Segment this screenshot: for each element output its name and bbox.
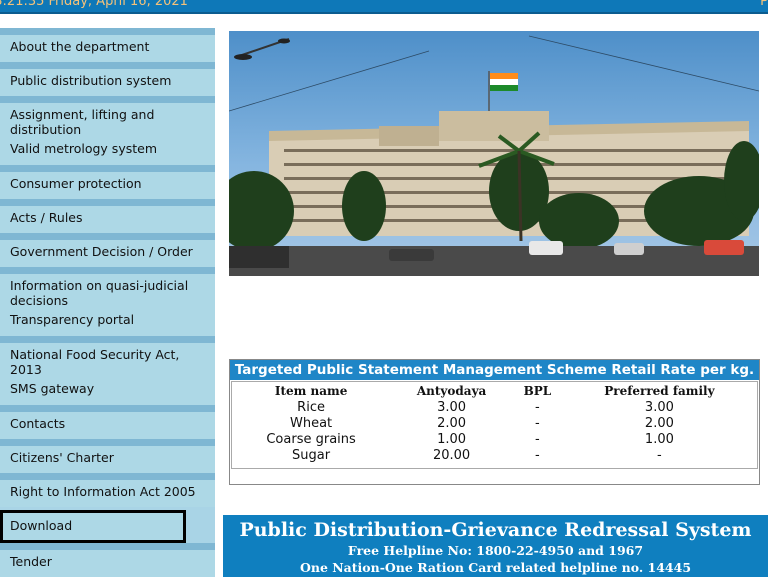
sidebar-item-food-security-act[interactable]: National Food Security Act, 2013: [0, 336, 215, 379]
sidebar-item-label: Tender: [10, 554, 52, 569]
sidebar-item-label: Acts / Rules: [10, 210, 83, 225]
sidebar-item-label: Valid metrology system: [10, 141, 157, 156]
retail-rate-table: Item name Antyodaya BPL Preferred family…: [232, 382, 757, 463]
preferred-family-cell: 3.00: [644, 399, 674, 415]
retail-rate-panel: Targeted Public Statement Management Sch…: [229, 359, 760, 485]
sidebar-item-assignment[interactable]: Assignment, lifting and distribution: [0, 96, 215, 139]
antyodaya-cell: 2.00: [437, 415, 467, 431]
bpl-cell: -: [535, 415, 540, 431]
sidebar-item-about[interactable]: About the department: [0, 28, 215, 62]
bpl-cell: -: [535, 447, 540, 463]
sidebar-item-government-decision[interactable]: Government Decision / Order: [0, 233, 215, 267]
preferred-family-cell: 2.00: [644, 415, 674, 431]
sidebar-item-label: Consumer protection: [10, 176, 142, 191]
retail-rate-table-frame: Item name Antyodaya BPL Preferred family…: [231, 381, 758, 469]
column-header-bpl: BPL: [523, 383, 552, 398]
sidebar-item-transparency[interactable]: Transparency portal: [0, 310, 215, 336]
sidebar-nav: About the department Public distribution…: [0, 28, 215, 577]
sidebar-item-label: Transparency portal: [10, 312, 135, 327]
table-row: Rice 3.00 - 3.00: [232, 399, 757, 415]
item-name-cell: Rice: [297, 399, 325, 415]
ration-card-helpline: One Nation-One Ration Card related helpl…: [299, 560, 692, 575]
sidebar-item-label: Citizens' Charter: [10, 450, 114, 465]
sidebar-item-rti-act[interactable]: Right to Information Act 2005: [0, 473, 215, 507]
table-row: Coarse grains 1.00 - 1.00: [232, 431, 757, 447]
sidebar-item-label: Assignment, lifting and distribution: [10, 107, 155, 137]
sidebar-item-acts-rules[interactable]: Acts / Rules: [0, 199, 215, 233]
sidebar-item-label: Right to Information Act 2005: [10, 484, 196, 499]
item-name-cell: Sugar: [292, 447, 331, 463]
sidebar-item-label: Government Decision / Order: [10, 244, 193, 259]
sidebar-item-consumer-protection[interactable]: Consumer protection: [0, 165, 215, 199]
sidebar-item-label: Contacts: [10, 416, 66, 431]
sidebar-item-metrology[interactable]: Valid metrology system: [0, 139, 215, 165]
antyodaya-cell: 20.00: [432, 447, 471, 463]
antyodaya-cell: 1.00: [437, 431, 467, 447]
datetime-display: 03:21:35 Friday, April 16, 2021: [0, 0, 188, 9]
antyodaya-cell: 3.00: [437, 399, 467, 415]
preferred-family-cell: -: [657, 447, 662, 463]
grievance-title: Public Distribution-Grievance Redressal …: [239, 519, 752, 541]
column-header-preferred-family: Preferred family: [604, 383, 715, 398]
retail-rate-title: Targeted Public Statement Management Sch…: [230, 360, 759, 380]
table-row: Wheat 2.00 - 2.00: [232, 415, 757, 431]
sidebar-item-label: National Food Security Act, 2013: [10, 347, 180, 377]
grievance-banner[interactable]: Public Distribution-Grievance Redressal …: [223, 515, 768, 577]
sidebar-item-label: About the department: [10, 39, 150, 54]
helpline-numbers: Free Helpline No: 1800-22-4950 and 1967: [347, 543, 644, 558]
column-header-item-name: Item name: [274, 383, 348, 398]
table-header-row: Item name Antyodaya BPL Preferred family: [232, 382, 757, 399]
item-name-cell: Wheat: [290, 415, 333, 431]
sidebar-item-quasi-judicial[interactable]: Information on quasi-judicial decisions: [0, 267, 215, 310]
bpl-cell: -: [535, 399, 540, 415]
sidebar-item-citizens-charter[interactable]: Citizens' Charter: [0, 439, 215, 473]
sidebar-item-label: SMS gateway: [10, 381, 95, 396]
building-photo: [229, 31, 759, 276]
sidebar-item-sms-gateway[interactable]: SMS gateway: [0, 379, 215, 405]
building-photo-illustration: [229, 31, 759, 276]
sidebar-item-label: Public distribution system: [10, 73, 172, 88]
column-header-antyodaya: Antyodaya: [416, 383, 487, 398]
sidebar-item-label: Information on quasi-judicial decisions: [10, 278, 189, 308]
top-bar-edge-text: P: [760, 0, 768, 9]
top-bar: 03:21:35 Friday, April 16, 2021 P: [0, 0, 768, 14]
sidebar-item-pds[interactable]: Public distribution system: [0, 62, 215, 96]
preferred-family-cell: 1.00: [644, 431, 674, 447]
sidebar-item-contacts[interactable]: Contacts: [0, 405, 215, 439]
sidebar-item-label: Download: [10, 518, 73, 533]
bpl-cell: -: [535, 431, 540, 447]
sidebar-item-tender[interactable]: Tender: [0, 543, 215, 577]
table-row: Sugar 20.00 - -: [232, 447, 757, 463]
sidebar-item-download[interactable]: Download: [0, 510, 186, 543]
item-name-cell: Coarse grains: [266, 431, 356, 447]
